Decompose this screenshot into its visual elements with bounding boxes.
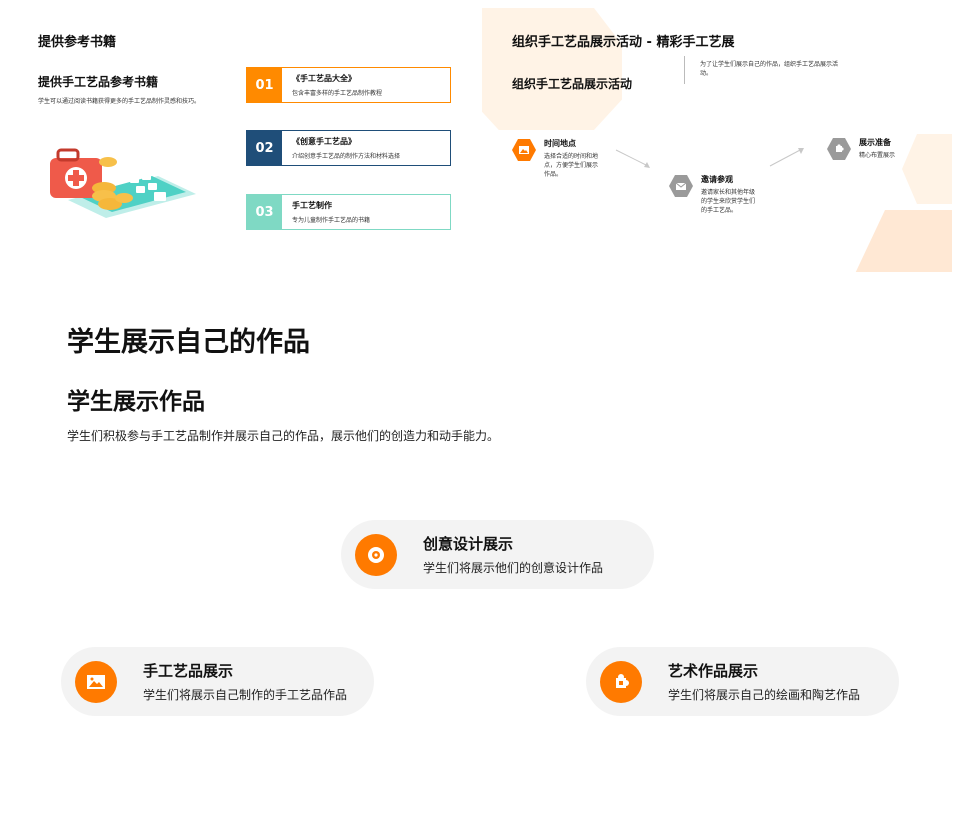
decor-shape — [902, 134, 952, 204]
book-item: 02 《创意手工艺品》 介绍创意手工艺品的制作方法和材料选择 — [246, 130, 451, 166]
arrow-icon — [615, 149, 650, 168]
book-title: 《手工艺品大全》 — [292, 74, 356, 83]
card-desc: 学生们将展示自己制作的手工艺品作品 — [143, 688, 348, 702]
showcase-card: 手工艺品展示 学生们将展示自己制作的手工艺品作品 — [61, 647, 374, 716]
card-title: 艺术作品展示 — [668, 662, 759, 680]
card-title: 手工艺品展示 — [143, 662, 234, 680]
picture-icon — [75, 661, 117, 703]
step-title: 展示准备 — [859, 138, 891, 147]
decor-shape — [482, 8, 622, 130]
slide2-subtitle: 组织手工艺品展示活动 — [512, 77, 633, 91]
book-number: 02 — [247, 131, 282, 165]
book-desc: 介绍创意手工艺品的制作方法和材料选择 — [292, 153, 401, 160]
puzzle-icon — [827, 138, 851, 160]
book-number: 01 — [247, 68, 282, 102]
step-title: 邀请参观 — [701, 175, 733, 184]
slide1-subtitle: 提供手工艺品参考书籍 — [38, 75, 159, 89]
decor-shape — [852, 210, 952, 272]
book-item: 01 《手工艺品大全》 包含丰富多样的手工艺品制作教程 — [246, 67, 451, 103]
image-icon — [512, 139, 536, 161]
book-title: 《创意手工艺品》 — [292, 137, 356, 146]
card-desc: 学生们将展示自己的绘画和陶艺作品 — [668, 688, 861, 702]
book-item: 03 手工艺制作 专为儿童制作手工艺品的书籍 — [246, 194, 451, 230]
slide-exhibition-activity: 组织手工艺品展示活动 - 精彩手工艺展 组织手工艺品展示活动 为了让学生们展示自… — [482, 8, 952, 272]
book-number: 03 — [247, 195, 282, 229]
card-desc: 学生们将展示他们的创意设计作品 — [423, 561, 604, 575]
showcase-card: 创意设计展示 学生们将展示他们的创意设计作品 — [341, 520, 654, 589]
divider — [684, 56, 685, 84]
slide-reference-books: 提供参考书籍 提供手工艺品参考书籍 学生可以通过阅读书籍获得更多的手工艺品制作灵… — [0, 0, 480, 272]
step-desc: 精心布置展示 — [859, 152, 896, 159]
book-title: 手工艺制作 — [292, 201, 332, 210]
showcase-card: 艺术作品展示 学生们将展示自己的绘画和陶艺作品 — [586, 647, 899, 716]
slide3-desc: 学生们积极参与手工艺品制作并展示自己的作品，展示他们的创造力和动手能力。 — [67, 429, 500, 443]
puzzle-icon — [600, 661, 642, 703]
step-desc: 选择合适的时间和地点，方便学生们展示作品。 — [544, 153, 599, 178]
slide3-subtitle: 学生展示作品 — [67, 389, 205, 415]
target-icon — [355, 534, 397, 576]
envelope-icon — [669, 175, 693, 197]
slide-student-showcase: 学生展示自己的作品 学生展示作品 学生们积极参与手工艺品制作并展示自己的作品，展… — [0, 280, 960, 816]
arrow-icon — [769, 148, 804, 167]
slide1-desc: 学生可以通过阅读书籍获得更多的手工艺品制作灵感和技巧。 — [38, 98, 201, 105]
book-desc: 包含丰富多样的手工艺品制作教程 — [292, 90, 383, 97]
step-title: 时间地点 — [544, 139, 576, 148]
slide2-title: 组织手工艺品展示活动 - 精彩手工艺展 — [512, 35, 735, 50]
step-desc: 邀请家长和其他年级的学生来欣赏学生们的手工艺品。 — [701, 189, 756, 214]
slide1-title: 提供参考书籍 — [38, 35, 117, 50]
card-title: 创意设计展示 — [423, 535, 514, 553]
slide2-note: 为了让学生们展示自己的作品，组织手工艺品展示活动。 — [700, 61, 839, 77]
slide3-title: 学生展示自己的作品 — [67, 327, 310, 358]
book-desc: 专为儿童制作手工艺品的书籍 — [292, 217, 371, 224]
first-aid-calculator-illustration — [50, 148, 196, 218]
